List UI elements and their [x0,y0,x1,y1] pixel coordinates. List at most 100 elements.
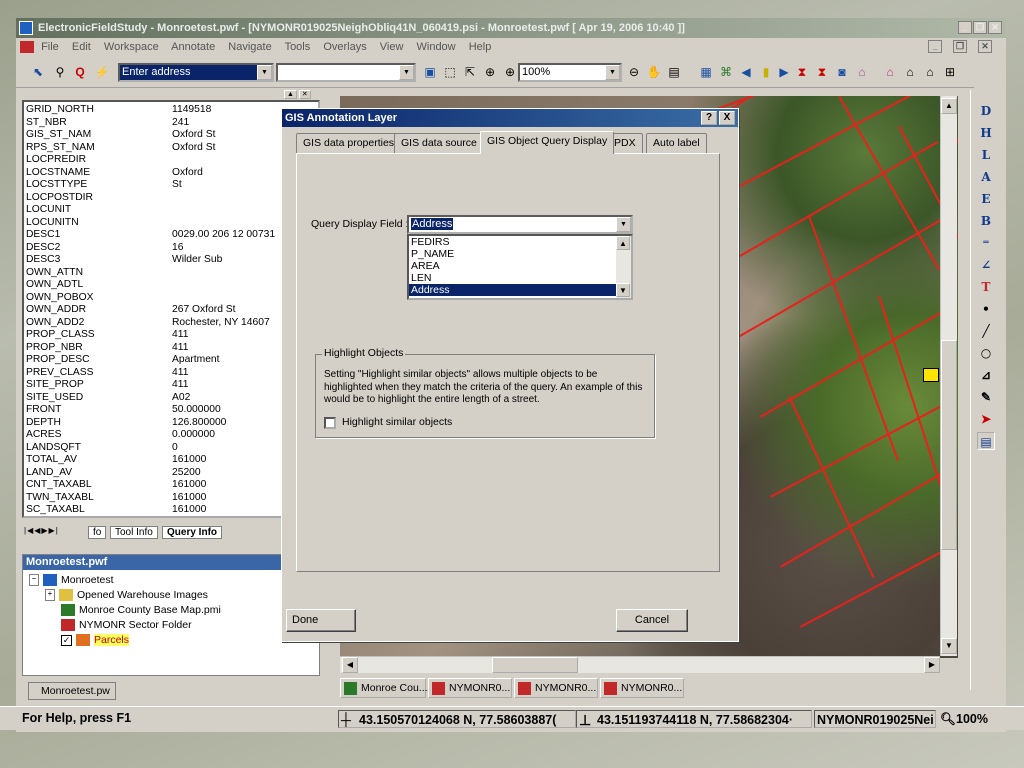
chevron-down-icon[interactable]: ▼ [399,65,414,80]
map-horizontal-scrollbar[interactable]: ◀ ▶ [340,656,940,673]
pan-arrow-icon[interactable]: ⇱ [462,64,478,80]
panel-collapse-icon[interactable]: ▲ [284,90,297,99]
flag-icon[interactable]: ▮ [758,64,774,80]
ruler-icon[interactable]: ═ [977,234,995,252]
select-arrow-icon[interactable]: ➤ [977,410,995,428]
text-icon[interactable]: T [977,278,995,296]
restore-icon[interactable]: ❐ [973,21,987,34]
list-item[interactable]: LEN [409,272,631,284]
tree-item-sector[interactable]: NYMONR Sector Folder [61,618,192,632]
menu-help[interactable]: Help [469,41,492,53]
distance-icon[interactable]: D [977,102,995,120]
highlight-similar-checkbox[interactable] [324,417,336,429]
next-image-icon[interactable]: ▶ [776,64,792,80]
layer-icon[interactable]: ▦ [698,64,714,80]
area-icon[interactable]: A [977,168,995,186]
tab-gis-data-properties[interactable]: GIS data properties [296,133,402,153]
prev-image-icon[interactable]: ◀ [738,64,754,80]
query-field-list[interactable]: FEDIRS P_NAME AREA LEN Address ▲ ▼ [407,234,633,300]
angle-icon[interactable]: ∠ [977,256,995,274]
scroll-up-icon[interactable]: ▲ [616,236,630,250]
hourglass2-icon[interactable]: ⧗ [814,64,830,80]
dialog-close-button[interactable]: X [719,111,735,125]
menu-view[interactable]: View [380,41,404,53]
elevation-icon[interactable]: E [977,190,995,208]
scroll-down-icon[interactable]: ▼ [941,638,957,654]
menu-tools[interactable]: Tools [285,41,311,53]
length-icon[interactable]: L [977,146,995,164]
workspace-tab[interactable]: Monroetest.pw [28,682,116,700]
doc-tab-nymonr-1[interactable]: NYMONR0... [428,678,512,698]
point-icon[interactable]: • [977,300,995,318]
house-icon[interactable]: ⌂ [854,64,870,80]
grid-icon[interactable]: ⊞ [942,64,958,80]
fit-icon[interactable]: ▤ [666,64,682,80]
scroll-right-icon[interactable]: ▶ [924,657,940,673]
menu-workspace[interactable]: Workspace [104,41,159,53]
menu-overlays[interactable]: Overlays [323,41,366,53]
properties-icon[interactable]: ▤ [977,432,995,450]
tab-tool-info[interactable]: Tool Info [110,526,158,539]
doc-close-icon[interactable]: ✕ [978,40,992,53]
help-button[interactable]: ? [701,111,717,125]
panel-close-icon[interactable]: ✕ [298,90,311,99]
camera-icon[interactable]: ◙ [834,64,850,80]
zoom-out-icon[interactable]: ⊖ [626,64,642,80]
doc-tab-nymonr-2[interactable]: NYMONR0... [514,678,598,698]
query-display-combo[interactable]: Address ▼ [407,215,633,234]
scroll-down-icon[interactable]: ▼ [616,283,630,297]
house-gray-icon[interactable]: ⌂ [902,64,918,80]
tab-gis-data-source[interactable]: GIS data source [394,133,484,153]
menu-navigate[interactable]: Navigate [228,41,271,53]
bearing-icon[interactable]: B [977,212,995,230]
close-icon[interactable]: ✕ [988,21,1002,34]
image-icon[interactable]: ▣ [422,64,438,80]
map-vertical-scrollbar[interactable]: ▲ ▼ [940,96,957,656]
minimize-icon[interactable]: _ [958,21,972,34]
list-item[interactable]: P_NAME [409,248,631,260]
hscroll-thumb[interactable] [492,657,578,673]
scroll-left-icon[interactable]: ◀ [342,657,358,673]
done-button[interactable]: Done [286,609,356,632]
menu-file[interactable]: File [41,41,59,53]
query-icon[interactable]: Q [72,64,88,80]
scroll-up-icon[interactable]: ▲ [941,98,957,114]
tab-auto-label[interactable]: Auto label [646,133,707,153]
locate-icon[interactable]: ⚡ [94,64,110,80]
hand-icon[interactable]: ✋ [646,64,662,80]
zoom-icon[interactable]: ⊕ [482,64,498,80]
address-input[interactable]: Enter address ▼ [118,63,274,82]
tree-root[interactable]: − Monroetest [29,573,114,587]
chevron-down-icon[interactable]: ▼ [605,65,620,80]
walker-icon[interactable]: ⚲ [52,64,68,80]
scroll-thumb[interactable] [941,340,957,550]
house-gray2-icon[interactable]: ⌂ [922,64,938,80]
collapse-icon[interactable]: − [29,574,39,587]
circle-icon[interactable]: ○ [977,344,995,362]
tab-gis-object-query-display[interactable]: GIS Object Query Display [480,131,615,154]
tree-item-warehouse[interactable]: + Opened Warehouse Images [45,588,208,602]
zoom-in-icon[interactable]: ⊕ [502,64,518,80]
cancel-button[interactable]: Cancel [616,609,688,632]
list-item-selected[interactable]: Address [409,284,631,296]
hourglass-icon[interactable]: ⧗ [794,64,810,80]
tower-icon[interactable]: ⌘ [718,64,734,80]
doc-tab-nymonr-3[interactable]: NYMONR0... [600,678,684,698]
menu-edit[interactable]: Edit [72,41,91,53]
pointer-info-icon[interactable]: ⬉ [30,64,46,80]
menu-window[interactable]: Window [417,41,456,53]
menu-annotate[interactable]: Annotate [171,41,215,53]
line-icon[interactable]: ╱ [977,322,995,340]
polyline-icon[interactable]: ⊿ [977,366,995,384]
chevron-down-icon[interactable]: ▼ [257,65,272,80]
checkbox-icon[interactable]: ✓ [61,634,72,646]
tree-item-parcels[interactable]: ✓ Parcels [61,633,130,647]
tab-fo[interactable]: fo [88,526,107,539]
parcel-marker-icon[interactable] [923,368,939,382]
tree-item-basemap[interactable]: Monroe County Base Map.pmi [61,603,221,617]
expand-icon[interactable]: + [45,589,55,602]
select-rect-icon[interactable]: ⬚ [442,64,458,80]
list-scrollbar[interactable]: ▲ ▼ [616,236,631,298]
tab-scroll-arrows[interactable]: |◀◀▶▶| [24,526,59,535]
doc-restore-icon[interactable]: ❐ [953,40,967,53]
